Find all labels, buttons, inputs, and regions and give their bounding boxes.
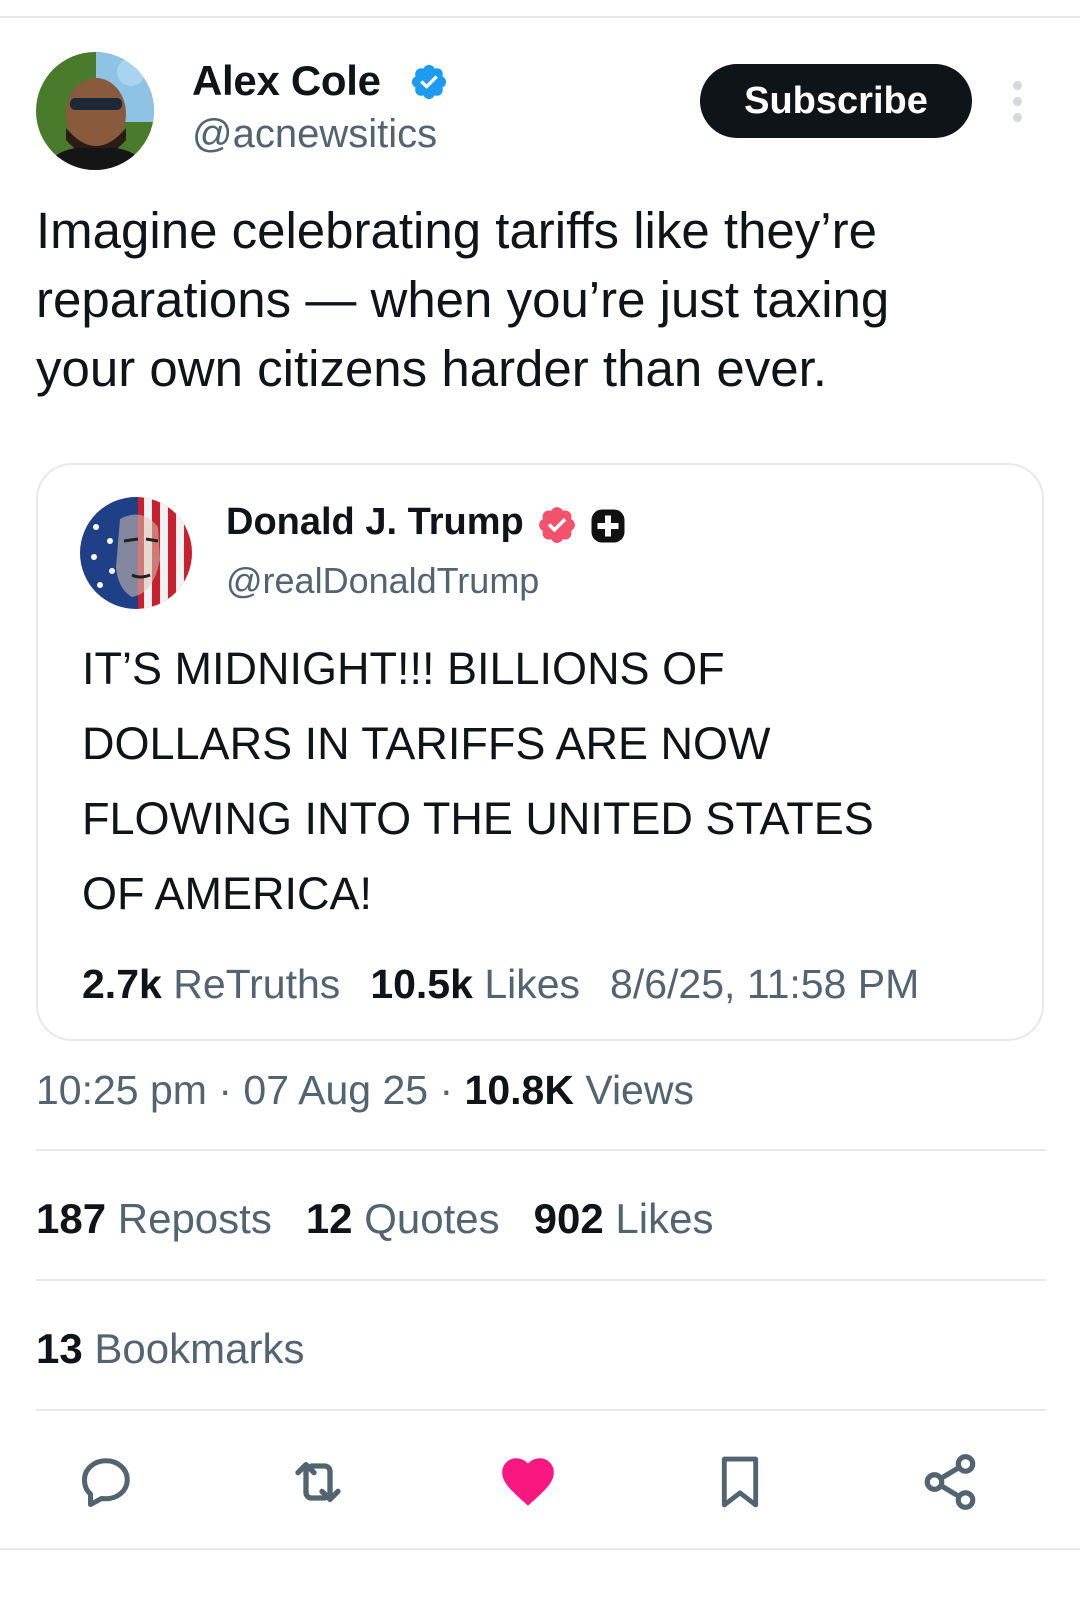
post-date[interactable]: 07 Aug 25 — [243, 1067, 428, 1113]
divider — [36, 1149, 1046, 1151]
quoted-author-name: Donald J. Trump — [226, 501, 524, 543]
quoted-post-text: IT’S MIDNIGHT!!! BILLIONS OF DOLLARS IN … — [82, 643, 874, 919]
repost-button[interactable] — [286, 1450, 350, 1514]
post-meta: 10:25 pm · 07 Aug 25 · 10.8K Views — [36, 1067, 694, 1113]
bookmark-button[interactable] — [708, 1450, 772, 1514]
share-button[interactable] — [918, 1450, 982, 1514]
views-count: 10.8K — [464, 1067, 574, 1113]
quoted-likes-label: Likes — [484, 961, 581, 1007]
quoted-retruths-label: ReTruths — [173, 961, 341, 1007]
quoted-timestamp: 8/6/25, 11:58 PM — [610, 961, 920, 1007]
bottom-divider — [0, 1548, 1080, 1550]
engagement-stats: 187 Reposts 12 Quotes 902 Likes — [36, 1194, 713, 1244]
likes-label: Likes — [615, 1195, 714, 1242]
quoted-author-handle: @realDonaldTrump — [226, 560, 540, 601]
post-time[interactable]: 10:25 pm — [36, 1067, 207, 1113]
likes-count: 902 — [533, 1195, 604, 1242]
more-options-icon[interactable] — [1000, 78, 1036, 124]
verified-badge-icon — [539, 507, 575, 543]
bookmarks-label: Bookmarks — [94, 1325, 305, 1372]
top-divider — [0, 16, 1080, 18]
quotes-label: Quotes — [364, 1195, 500, 1242]
divider — [36, 1409, 1046, 1411]
likes-stat[interactable]: 902 Likes — [534, 1195, 714, 1242]
views-label: Views — [585, 1067, 694, 1113]
reposts-count: 187 — [36, 1195, 107, 1242]
reposts-label: Reposts — [117, 1195, 272, 1242]
quoted-post-stats: 2.7k ReTruths 10.5k Likes 8/6/25, 11:58 PM — [82, 959, 919, 1009]
heart-icon — [502, 1458, 554, 1506]
bookmarks-count: 13 — [36, 1325, 83, 1372]
reply-button[interactable] — [74, 1450, 138, 1514]
quoted-post-card[interactable]: Donald J. Trump @realDonaldTrump IT’S MI… — [36, 463, 1044, 1041]
verified-badge-icon — [411, 64, 447, 100]
reply-icon — [82, 1458, 130, 1507]
author-handle[interactable]: @acnewsitics — [192, 110, 437, 158]
quoted-likes-count: 10.5k — [370, 961, 473, 1007]
share-icon — [924, 1454, 976, 1510]
post-text: Imagine celebrating tariffs like they’re… — [36, 202, 890, 397]
quoted-retruths-count: 2.7k — [82, 961, 162, 1007]
reposts-stat[interactable]: 187 Reposts — [36, 1195, 272, 1242]
divider — [36, 1279, 1046, 1281]
repost-icon — [295, 1462, 341, 1502]
quoted-author-avatar — [80, 497, 192, 609]
author-avatar[interactable] — [36, 52, 154, 170]
bookmark-icon — [721, 1456, 759, 1508]
author-name[interactable]: Alex Cole — [192, 56, 381, 106]
bookmarks-stat[interactable]: 13 Bookmarks — [36, 1324, 304, 1374]
quotes-stat[interactable]: 12 Quotes — [306, 1195, 500, 1242]
quotes-count: 12 — [305, 1195, 353, 1242]
subscribe-button[interactable]: Subscribe — [700, 64, 972, 138]
like-button[interactable] — [496, 1450, 560, 1514]
plus-badge-icon — [591, 509, 625, 543]
